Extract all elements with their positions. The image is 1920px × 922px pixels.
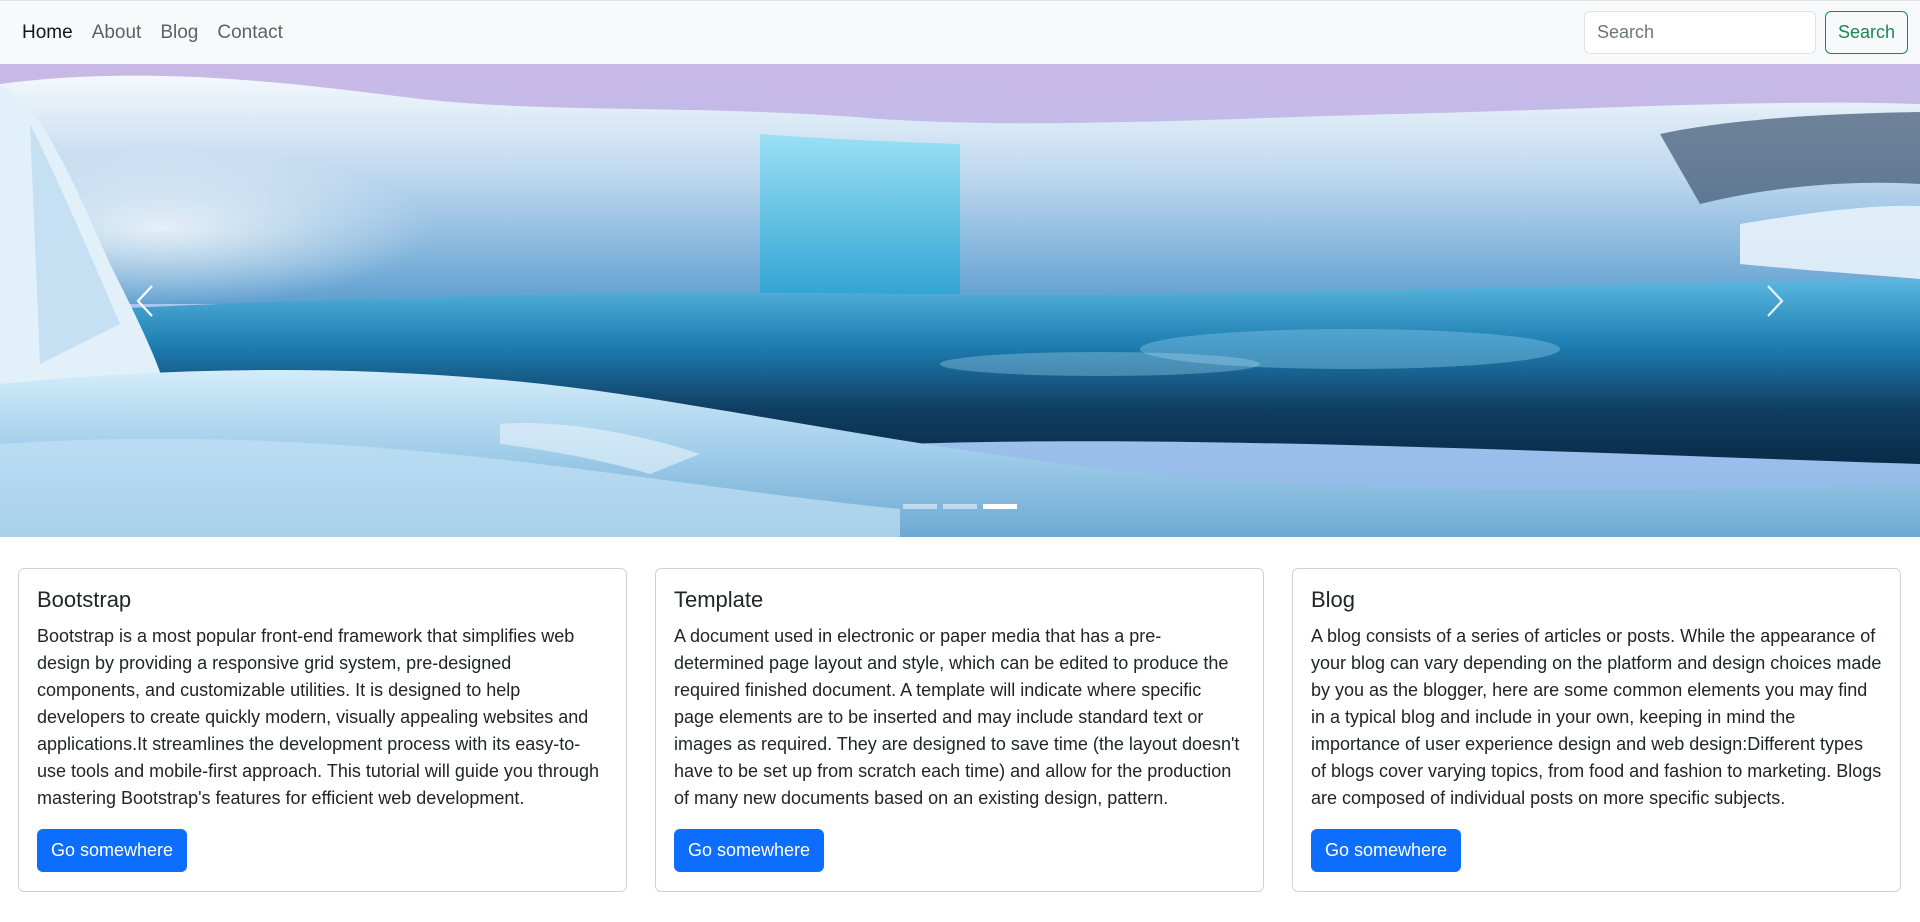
search-button[interactable]: Search [1824,11,1908,54]
carousel-prev-button[interactable] [0,64,290,537]
card-text: Bootstrap is a most popular front-end fr… [37,626,599,809]
card-title: Bootstrap [37,587,132,612]
nav-link-home[interactable]: Home [22,23,73,42]
card-row: Bootstrap Bootstrap is a most popular fr… [18,568,1902,892]
nav-link-blog[interactable]: Blog [160,23,198,42]
card-title: Template [674,587,764,612]
search-form: Search [1583,11,1908,54]
card-text: A document used in electronic or paper m… [674,626,1240,809]
nav-links: Home About Blog Contact [22,23,283,42]
chevron-left-icon [136,284,153,317]
chevron-right-icon [1767,284,1784,317]
hero-carousel [0,64,1920,537]
go-somewhere-button[interactable]: Go somewhere [674,829,825,873]
go-somewhere-button[interactable]: Go somewhere [1311,829,1462,873]
navbar: Home About Blog Contact Search [0,0,1920,64]
search-input[interactable] [1583,11,1816,54]
carousel-next-button[interactable] [1630,64,1920,537]
nav-link-contact[interactable]: Contact [217,23,282,42]
card-text: A blog consists of a series of articles … [1311,626,1882,809]
card-blog: Blog A blog consists of a series of arti… [1292,568,1901,892]
nav-link-about[interactable]: About [92,23,142,42]
carousel-indicator-1[interactable] [903,504,937,509]
carousel-indicator-3[interactable] [983,504,1017,509]
carousel-indicator-2[interactable] [943,504,977,509]
carousel-indicators [0,504,1920,509]
card-template: Template A document used in electronic o… [655,568,1264,892]
card-bootstrap: Bootstrap Bootstrap is a most popular fr… [18,568,627,892]
go-somewhere-button[interactable]: Go somewhere [37,829,188,873]
card-title: Blog [1311,587,1356,612]
